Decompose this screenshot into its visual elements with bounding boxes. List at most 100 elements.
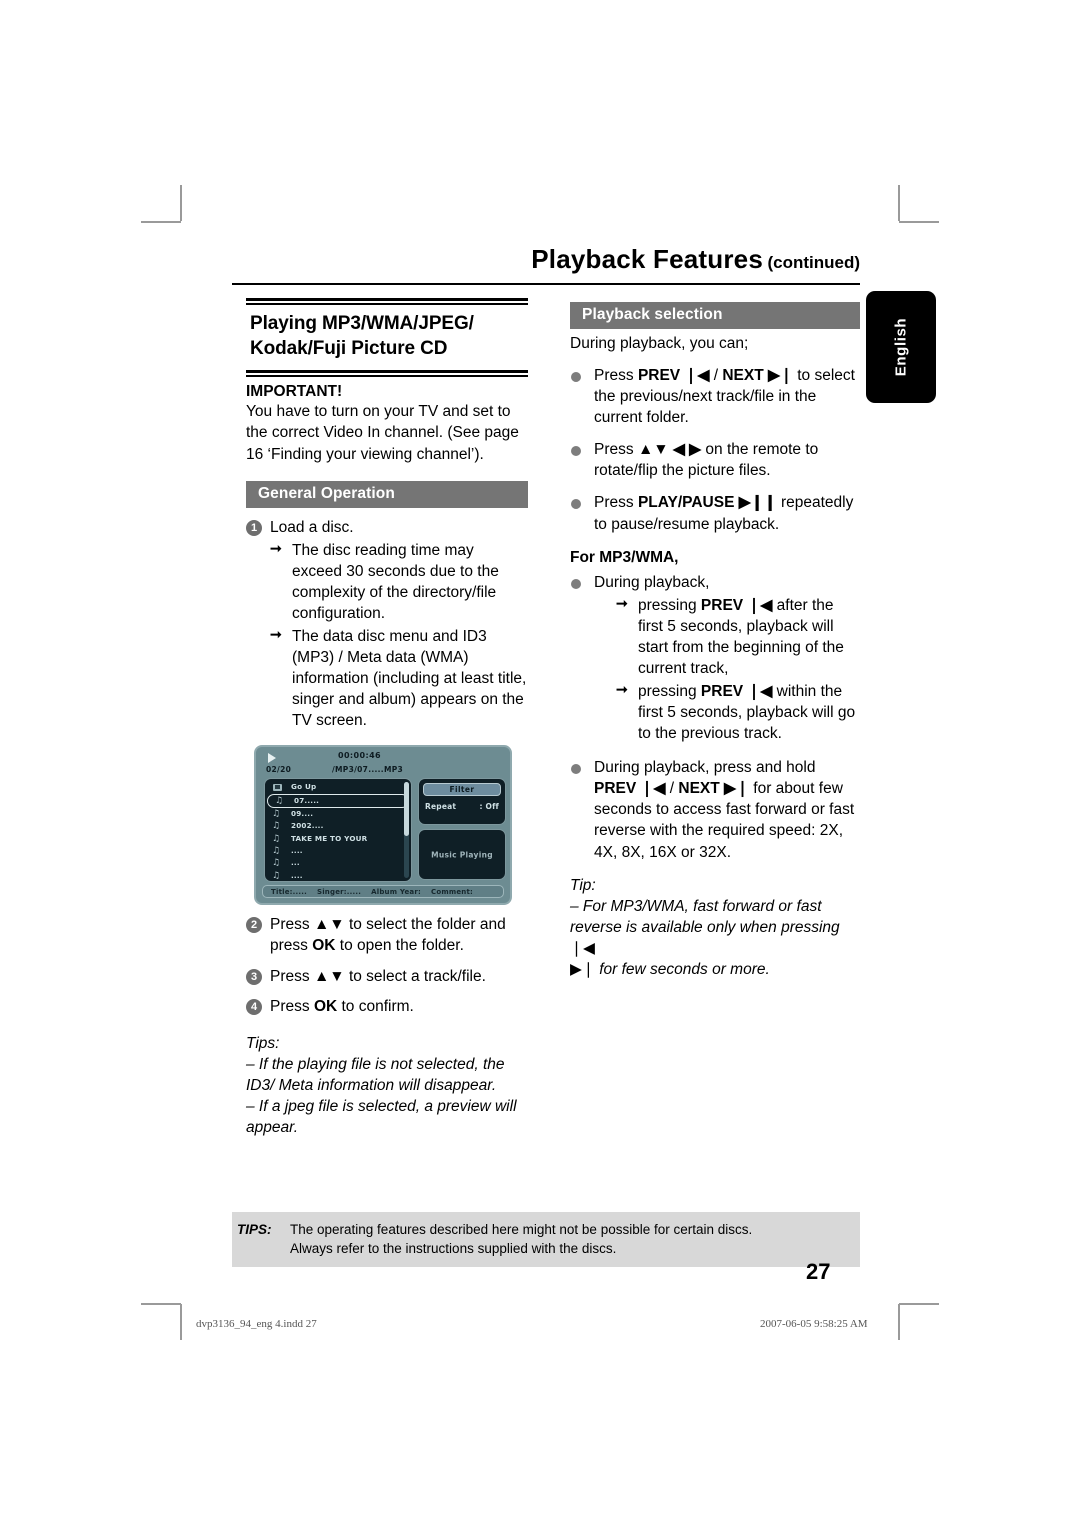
crop-mark-top-left-horizontal <box>141 221 181 223</box>
tv-screen-illustration: 00:00:46 02/20 /MP3/07.....MP3 Go Up ♫ 0… <box>254 745 512 906</box>
repeat-value: : Off <box>479 802 499 812</box>
list-item[interactable]: ♫ 09.... <box>265 808 411 820</box>
header-divider <box>232 283 860 285</box>
language-tab: English <box>866 291 936 403</box>
b1-pre: Press <box>594 367 634 385</box>
step-2: 2 Press ▲▼ to select the folder and pres… <box>246 914 528 956</box>
right-tip-line2: for few seconds or more. <box>599 960 770 978</box>
list-item[interactable]: ♫ 2002.... <box>265 820 411 832</box>
repeat-row[interactable]: Repeat : Off <box>419 802 505 811</box>
filter-button[interactable]: Filter <box>423 783 501 797</box>
language-tab-label: English <box>892 317 910 377</box>
prev-icon: ❘◀ <box>570 939 595 957</box>
step-2-number: 2 <box>246 917 262 934</box>
step-1-number: 1 <box>246 519 262 536</box>
b3-pre: Press <box>594 494 634 512</box>
step-3-text: Press ▲▼ to select a track/file. <box>270 966 528 987</box>
music-note-icon: ♫ <box>272 833 281 844</box>
section-title-block: Playing MP3/WMA/JPEG/ Kodak/Fuji Picture… <box>246 298 528 378</box>
b5-line1: During playback, press and hold <box>594 759 816 777</box>
list-item-label: 2002.... <box>291 821 324 831</box>
step-1-text: Load a disc. <box>270 518 354 536</box>
step-3: 3 Press ▲▼ to select a track/file. <box>246 966 528 987</box>
bullet-prev-next: Press PREV ❘◀ / NEXT ▶❘ to select the pr… <box>570 365 860 428</box>
step-1-arrow-1-text: The disc reading time may exceed 30 seco… <box>292 541 499 622</box>
list-item[interactable]: ♫ .... <box>265 845 411 857</box>
crop-mark-bottom-right-horizontal <box>899 1303 939 1305</box>
arrow-icon: ➞ <box>616 594 628 611</box>
music-note-icon: ♫ <box>272 821 281 832</box>
right-tip-line1: – For MP3/WMA, fast forward or fast reve… <box>570 897 840 936</box>
right-tip-block: Tip: – For MP3/WMA, fast forward or fast… <box>570 875 860 980</box>
print-footer-filename: dvp3136_94_eng 4.indd 27 <box>196 1318 317 1330</box>
step-1-arrow-2: ➞ The data disc menu and ID3 (MP3) / Met… <box>270 626 528 731</box>
footer-tips-row-1: TIPS: The operating features described h… <box>232 1220 860 1239</box>
next-icon: ▶❘ <box>767 367 793 385</box>
status-comment: Comment: <box>431 888 474 897</box>
scrollbar[interactable] <box>404 782 409 879</box>
bullet-icon <box>571 764 581 775</box>
list-item[interactable]: ♫ .... <box>265 870 411 882</box>
bullet-icon <box>571 372 581 383</box>
section-title-rule-top <box>246 298 528 305</box>
page-number: 27 <box>806 1259 831 1284</box>
crop-mark-bottom-left-vertical <box>180 1304 182 1340</box>
prev-key-label: PREV <box>594 780 637 798</box>
play-pause-key-label: PLAY/PAUSE <box>637 494 735 512</box>
page-title: Playback Features <box>531 244 763 274</box>
left-tip-1: – If the playing file is not selected, t… <box>246 1055 505 1094</box>
footer-tips-box: TIPS: The operating features described h… <box>232 1212 860 1268</box>
tv-file-list[interactable]: Go Up ♫ 07..... ♫ 09.... ♫ 2002.... ♫ TA… <box>264 778 412 883</box>
up-down-arrow-icon: ▲▼ <box>313 916 345 934</box>
prev-key-label: PREV <box>637 367 681 385</box>
b2-pre: Press <box>594 441 634 459</box>
list-item[interactable]: ♫ ... <box>265 857 411 869</box>
tv-track-counter: 02/20 <box>266 765 292 775</box>
step-3-number: 3 <box>246 968 262 985</box>
scrollbar-thumb[interactable] <box>404 782 409 837</box>
section-title-line2: Kodak/Fuji Picture CD <box>250 337 448 359</box>
footer-tips-line-1: The operating features described here mi… <box>290 1222 753 1237</box>
next-key-label: NEXT <box>722 367 764 385</box>
arrow-icon: ➞ <box>270 539 282 556</box>
step-1: 1 Load a disc. ➞ The disc reading time m… <box>246 517 528 732</box>
prev-key-label: PREV <box>700 596 744 614</box>
up-down-arrow-icon: ▲▼ <box>313 967 345 985</box>
list-item[interactable]: ♫ TAKE ME TO YOUR <box>265 833 411 845</box>
crop-mark-bottom-right-vertical <box>898 1304 900 1340</box>
step-2-ok-key: OK <box>312 937 336 955</box>
music-note-icon: ♫ <box>275 795 284 806</box>
tv-elapsed-time: 00:00:46 <box>338 751 381 761</box>
footer-tips-row-2: Always refer to the instructions supplie… <box>232 1239 860 1258</box>
step-4-post: to confirm. <box>341 997 414 1015</box>
next-icon: ▶❘ <box>724 780 749 798</box>
list-item[interactable]: Go Up <box>265 781 411 793</box>
step-3-post: to select a track/file. <box>348 967 486 985</box>
page-header: Playback Features (continued) <box>232 244 860 274</box>
arrow-icon: ➞ <box>616 681 628 698</box>
crop-mark-bottom-left-horizontal <box>141 1303 181 1305</box>
b4-arrow-1: ➞ pressing PREV ❘◀ after the first 5 sec… <box>616 595 860 679</box>
music-note-icon: ♫ <box>272 845 281 856</box>
tv-top-bar: 00:00:46 02/20 /MP3/07.....MP3 <box>256 747 510 777</box>
list-item-selected[interactable]: ♫ 07..... <box>267 793 409 808</box>
important-heading: IMPORTANT! <box>246 383 343 401</box>
important-body: You have to turn on your TV and set to t… <box>246 403 519 463</box>
list-item-label: Go Up <box>291 782 317 792</box>
left-tips-heading: Tips: <box>246 1034 280 1052</box>
b5-separator: / <box>669 780 675 798</box>
page-title-continued: (continued) <box>767 253 860 272</box>
section-title: Playing MP3/WMA/JPEG/ Kodak/Fuji Picture… <box>246 305 528 366</box>
b4-arrow-2: ➞ pressing PREV ❘◀ within the first 5 se… <box>616 681 860 744</box>
music-playing-label: Music Playing <box>431 850 493 860</box>
playback-selection-heading: Playback selection <box>570 302 860 329</box>
tv-options-panel: Filter Repeat : Off <box>418 778 506 826</box>
list-item-label: ... <box>291 858 300 868</box>
tv-preview-panel: Music Playing <box>418 829 506 881</box>
prev-key-label: PREV <box>700 683 744 701</box>
section-title-line1: Playing MP3/WMA/JPEG/ <box>250 313 474 334</box>
step-1-arrow-1: ➞ The disc reading time may exceed 30 se… <box>270 540 528 624</box>
arrow-icon: ➞ <box>270 626 282 642</box>
list-item-label: 09.... <box>291 808 314 818</box>
step-4-text: Press OK to confirm. <box>270 996 528 1017</box>
